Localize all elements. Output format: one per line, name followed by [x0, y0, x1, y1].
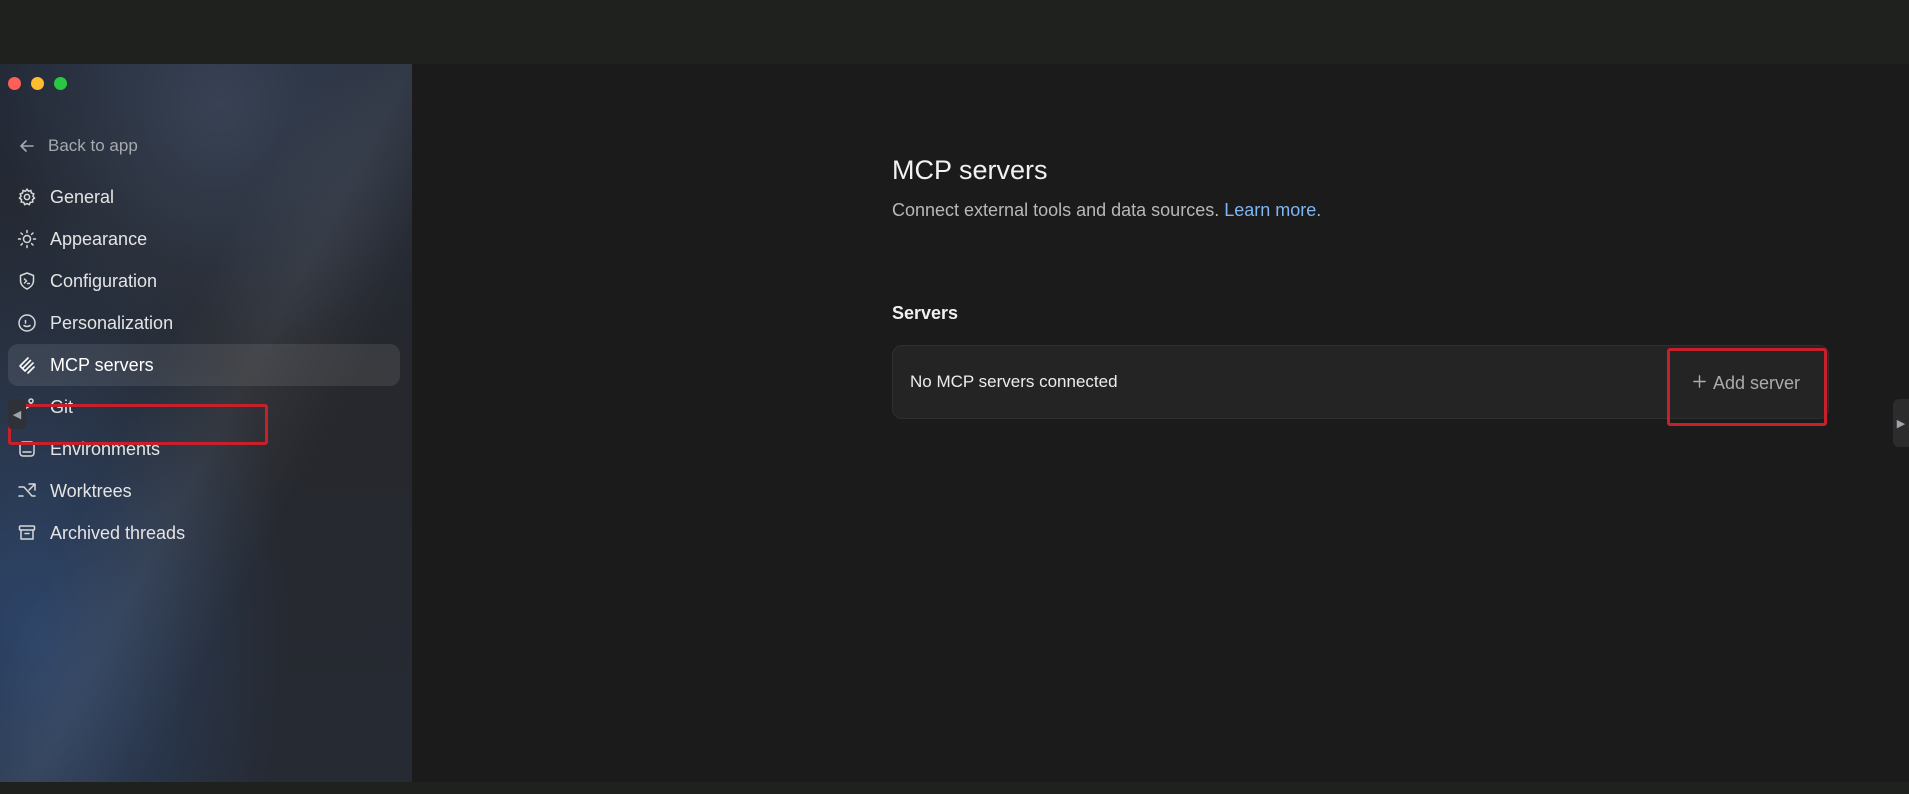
monitor-icon — [16, 438, 38, 460]
terminal-shield-icon — [16, 270, 38, 292]
back-to-app-label: Back to app — [48, 136, 138, 155]
collapse-sidebar-handle[interactable]: ◀ — [8, 399, 26, 429]
settings-window: Back to app General Appearance Configura… — [0, 64, 1909, 782]
desktop-top-bar — [0, 0, 1909, 64]
learn-more-link[interactable]: Learn more. — [1224, 200, 1321, 220]
sidebar-item-configuration[interactable]: Configuration — [8, 260, 400, 302]
sidebar-item-label: Worktrees — [50, 480, 132, 501]
arrow-left-icon — [16, 135, 38, 157]
sidebar-item-environments[interactable]: Environments — [8, 428, 400, 470]
sidebar-item-label: Archived threads — [50, 522, 186, 543]
sidebar-item-general[interactable]: General — [8, 176, 400, 218]
mcp-icon — [16, 354, 38, 376]
face-icon — [16, 312, 38, 334]
expand-panel-handle[interactable]: ▶ — [1893, 399, 1909, 447]
back-to-app-link[interactable]: Back to app — [16, 134, 138, 158]
close-window-button[interactable] — [8, 77, 21, 90]
sidebar-item-label: Configuration — [50, 270, 158, 291]
sidebar-item-label: Environments — [50, 438, 161, 459]
sidebar-item-label: Git — [50, 396, 74, 417]
caret-left-icon: ◀ — [12, 408, 22, 421]
servers-section-title: Servers — [892, 303, 959, 323]
worktree-icon — [16, 480, 38, 502]
sidebar-item-appearance[interactable]: Appearance — [8, 218, 400, 260]
settings-nav: General Appearance Configuration Persona… — [8, 176, 400, 554]
minimize-window-button[interactable] — [31, 77, 44, 90]
add-server-button[interactable]: Add server — [1682, 364, 1810, 402]
sidebar-item-label: General — [50, 186, 115, 207]
sidebar-item-git[interactable]: Git — [8, 386, 400, 428]
sidebar-item-archived-threads[interactable]: Archived threads — [8, 512, 400, 554]
empty-state-text: No MCP servers connected — [910, 372, 1118, 391]
sidebar-item-label: MCP servers — [50, 354, 154, 375]
page-subtitle-text: Connect external tools and data sources. — [892, 200, 1220, 220]
sidebar-item-mcp-servers[interactable]: MCP servers — [8, 344, 400, 386]
sidebar-item-label: Appearance — [50, 228, 148, 249]
main-content: MCP servers Connect external tools and d… — [412, 64, 1909, 782]
plus-icon — [1692, 373, 1707, 394]
sun-icon — [16, 228, 38, 250]
archive-icon — [16, 522, 38, 544]
page-title: MCP servers — [892, 155, 1048, 185]
caret-right-icon: ▶ — [1896, 417, 1906, 430]
add-server-label: Add server — [1712, 372, 1800, 393]
sidebar-item-worktrees[interactable]: Worktrees — [8, 470, 400, 512]
servers-card: No MCP servers connected Add server — [892, 345, 1829, 419]
page-subtitle: Connect external tools and data sources.… — [892, 200, 1321, 221]
zoom-window-button[interactable] — [54, 77, 67, 90]
gear-icon — [16, 186, 38, 208]
desktop-bottom-strip — [0, 782, 1909, 794]
sidebar-item-personalization[interactable]: Personalization — [8, 302, 400, 344]
settings-sidebar: Back to app General Appearance Configura… — [0, 64, 412, 782]
sidebar-item-label: Personalization — [50, 312, 174, 333]
